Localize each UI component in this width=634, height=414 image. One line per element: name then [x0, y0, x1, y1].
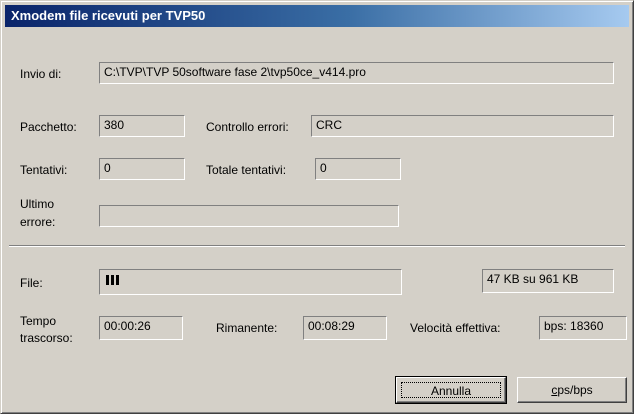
size-field: 47 KB su 961 KB [482, 269, 614, 293]
invio-label: Invio di: [20, 67, 62, 81]
title-bar: Xmodem file ricevuti per TVP50 [5, 5, 629, 27]
tempo-trascorso-field: 00:00:26 [99, 316, 183, 340]
ultimo-label-line1: Ultimo [20, 197, 55, 211]
annulla-button[interactable]: Annulla [395, 376, 507, 404]
totale-tentativi-label: Totale tentativi: [206, 163, 287, 177]
xmodem-dialog: Xmodem file ricevuti per TVP50 Invio di:… [0, 0, 634, 414]
pacchetto-field: 380 [99, 115, 185, 137]
ultimo-label-line2: errore: [20, 215, 56, 229]
pacchetto-label: Pacchetto: [20, 120, 77, 134]
tentativi-field: 0 [99, 158, 185, 180]
rimanente-field: 00:08:29 [303, 316, 387, 340]
velocita-field: bps: 18360 [539, 316, 627, 340]
tempo-label-line1: Tempo [20, 314, 57, 328]
file-label: File: [20, 276, 43, 290]
invio-path-field: C:\TVP\TVP 50software fase 2\tvp50ce_v41… [99, 62, 614, 84]
controllo-errori-field: CRC [311, 115, 614, 137]
controllo-errori-label: Controllo errori: [206, 120, 289, 134]
file-progress-bar [99, 269, 402, 295]
annulla-button-label: Annulla [401, 382, 501, 398]
ultimo-errore-field [99, 205, 399, 227]
progress-fill [106, 275, 120, 285]
tempo-label-line2: trascorso: [20, 331, 73, 345]
rimanente-label: Rimanente: [216, 321, 278, 335]
separator [9, 245, 625, 247]
tentativi-label: Tentativi: [20, 163, 68, 177]
velocita-label: Velocità effettiva: [410, 321, 501, 335]
totale-tentativi-field: 0 [315, 158, 401, 180]
cps-bps-button[interactable]: cps/bps [517, 377, 627, 403]
cps-bps-label: ps/bps [557, 383, 593, 397]
